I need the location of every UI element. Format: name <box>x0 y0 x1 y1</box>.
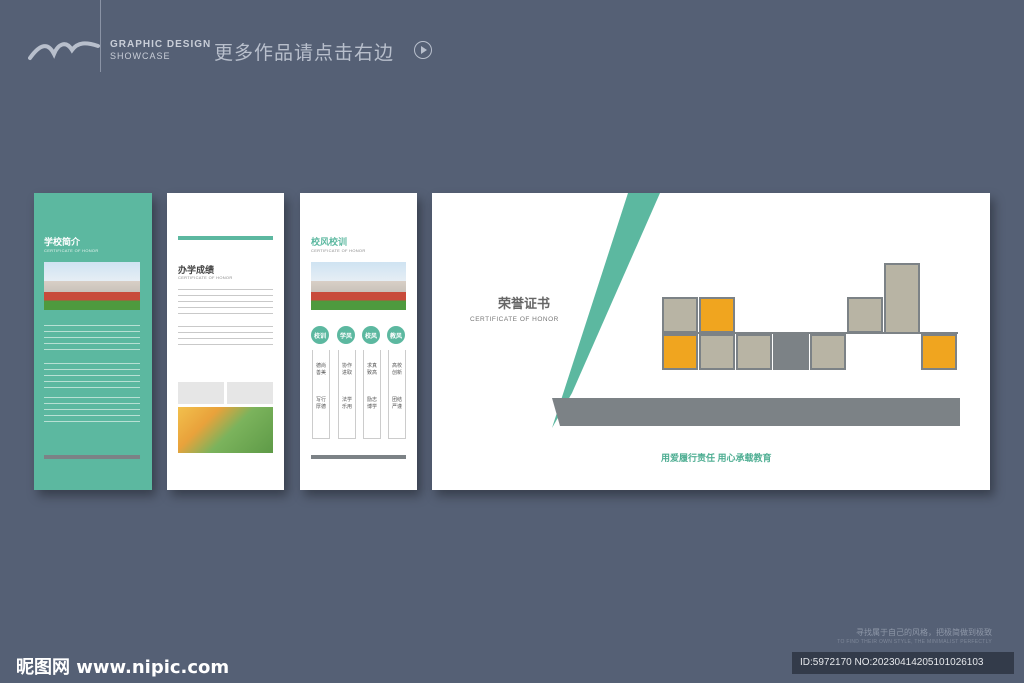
certificate-frame <box>662 297 698 333</box>
image-placeholder <box>227 382 273 404</box>
motto-text: 写行厚德 <box>315 397 326 410</box>
grid-line <box>662 332 958 334</box>
motto-circle: 学风 <box>337 326 355 344</box>
brand-title: GRAPHIC DESIGN <box>110 39 212 50</box>
panel-title: 校风校训 <box>311 237 348 247</box>
footer-tagline: 寻找属于自己的风格，把极简做到极致 <box>856 628 992 637</box>
divider-bar <box>44 455 140 459</box>
motto-text: 求真致高 <box>366 363 377 376</box>
motto-text: 法学乐用 <box>341 397 352 410</box>
panel-subtitle: CERTIFICATE OF HONOR <box>178 275 233 280</box>
slogan: 用爱履行责任 用心承载教育 <box>661 453 772 463</box>
footer-tagline-en: TO FIND THEIR OWN STYLE, THE MINIMALIST … <box>837 639 992 645</box>
text-block <box>44 397 140 423</box>
certificate-frame <box>810 334 846 370</box>
campus-photo <box>311 262 406 310</box>
panel-school-motto: 校风校训 CERTIFICATE OF HONOR 校训 学风 校风 教风 德尚… <box>300 193 417 490</box>
more-works-link[interactable]: 更多作品请点击右边 <box>214 38 394 65</box>
brand-subtitle: SHOWCASE <box>110 51 171 61</box>
motto-circle: 校训 <box>311 326 329 344</box>
certificate-grid <box>662 263 962 383</box>
image-placeholder <box>178 382 224 404</box>
certificate-frame <box>921 334 957 370</box>
motto-text: 协作进取 <box>341 363 352 376</box>
certificate-frame <box>847 297 883 333</box>
certificate-frame <box>699 334 735 370</box>
site-watermark: 昵图网 www.nipic.com <box>16 657 230 678</box>
text-block <box>178 326 273 346</box>
certificate-frame <box>736 334 772 370</box>
text-block <box>178 289 273 315</box>
certificate-frame <box>662 334 698 370</box>
campus-photo <box>44 262 140 310</box>
panel-title: 学校简介 <box>44 237 81 247</box>
panel-achievements: 办学成绩 CERTIFICATE OF HONOR <box>167 193 284 490</box>
certificate-frame <box>699 297 735 333</box>
header-divider <box>100 0 101 72</box>
certificate-frame <box>884 263 920 334</box>
students-running-photo <box>178 407 273 453</box>
text-block <box>44 363 140 389</box>
motto-circle: 校风 <box>362 326 380 344</box>
brand-logo-icon <box>28 41 100 60</box>
motto-text: 德尚善美 <box>315 363 326 376</box>
panel-title: 荣誉证书 <box>498 296 551 311</box>
motto-text: 团结严谨 <box>391 397 402 410</box>
accent-bar <box>178 236 273 240</box>
panel-subtitle: CERTIFICATE OF HONOR <box>44 248 99 253</box>
divider-bar <box>311 455 406 459</box>
panel-subtitle: CERTIFICATE OF HONOR <box>470 316 559 323</box>
text-block <box>44 325 140 351</box>
panel-subtitle: CERTIFICATE OF HONOR <box>311 248 366 253</box>
image-id-bar: ID:5972170 NO:20230414205101026103 <box>792 652 1014 674</box>
motto-text: 励志博学 <box>366 397 377 410</box>
panel-honor-certificates: 荣誉证书 CERTIFICATE OF HONOR 用爱履行责任 用心承载教育 <box>432 193 990 490</box>
panel-school-intro: 学校简介 CERTIFICATE OF HONOR <box>34 193 152 490</box>
motto-text: 高校创新 <box>391 363 402 376</box>
certificate-frame <box>773 334 809 370</box>
motto-circle: 教风 <box>387 326 405 344</box>
play-arrow-icon[interactable] <box>414 41 432 59</box>
